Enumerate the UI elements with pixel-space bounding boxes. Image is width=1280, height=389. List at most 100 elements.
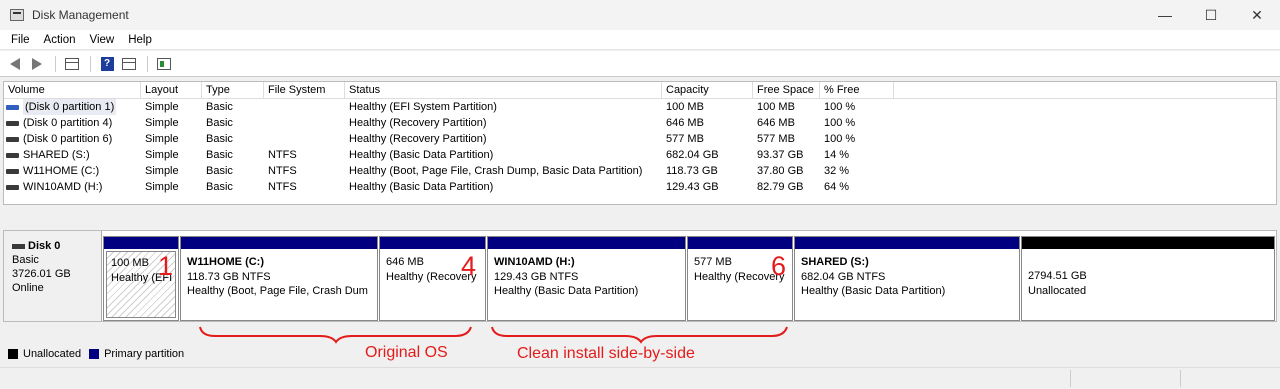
type-cell: Basic [206,149,233,161]
menu-action[interactable]: Action [37,34,83,46]
pane-splitter[interactable] [3,208,1277,230]
column-header-capacity[interactable]: Capacity [662,82,753,99]
table-row[interactable]: (Disk 0 partition 1) Simple Basic Health… [4,99,1276,115]
disk-icon [12,243,25,249]
status-cell: Healthy (Basic Data Partition) [349,149,494,161]
column-header-layout[interactable]: Layout [141,82,202,99]
volume-name: W11HOME (C:) [23,165,100,177]
table-row[interactable]: SHARED (S:) Simple Basic NTFS Healthy (B… [4,147,1276,163]
brace-clean-install [491,326,788,344]
percent-free-cell: 100 % [824,117,856,129]
partition-status: Healthy (Boot, Page File, Crash Dum [187,285,368,297]
partition-header [488,237,685,249]
close-button[interactable]: ✕ [1234,0,1280,30]
partition-size: 2794.51 GB [1028,270,1087,282]
partition-win10amd[interactable]: WIN10AMD (H:) 129.43 GB NTFS Healthy (Ba… [487,236,686,321]
file-system-cell: NTFS [268,165,297,177]
volume-icon [6,168,19,174]
capacity-cell: 118.73 GB [666,165,718,177]
layout-cell: Simple [145,117,179,129]
disk-size: 3726.01 GB [12,268,71,280]
annotation-number-1: 1 [158,251,174,281]
partition-unallocated[interactable]: 2794.51 GB Unallocated [1021,236,1275,321]
partition-status: Healthy (Basic Data Partition) [801,285,946,297]
back-arrow-icon [10,57,20,70]
free-space-cell: 100 MB [757,101,795,113]
volume-cell: (Disk 0 partition 6) [4,131,141,147]
status-bar-segment [1180,370,1181,387]
column-header-file-system[interactable]: File System [264,82,345,99]
maximize-button[interactable]: ☐ [1188,0,1234,30]
annotation-number-4: 4 [461,251,477,281]
type-cell: Basic [206,101,233,113]
volume-icon [6,152,19,158]
type-cell: Basic [206,133,233,145]
menu-view[interactable]: View [83,34,122,46]
disk-graphical-view: Disk 0 Basic 3726.01 GB Online 100 MB He… [3,230,1277,322]
volume-icon [6,184,19,190]
menu-file[interactable]: File [4,34,37,46]
status-cell: Healthy (EFI System Partition) [349,101,497,113]
toolbar-separator [55,55,56,72]
table-row[interactable]: (Disk 0 partition 4) Simple Basic Health… [4,115,1276,131]
free-space-cell: 82.79 GB [757,181,804,193]
grid-view-icon [122,57,136,70]
percent-free-cell: 64 % [824,181,850,193]
partition-size: 129.43 GB NTFS [494,270,579,283]
volume-name: SHARED (S:) [23,149,90,161]
layout-cell: Simple [145,133,179,145]
disk-info[interactable]: Disk 0 Basic 3726.01 GB Online [4,231,102,321]
partition-header [795,237,1019,249]
volume-name: WIN10AMD (H:) [23,181,103,193]
help-button[interactable]: ? [97,55,117,73]
menu-help[interactable]: Help [121,34,159,46]
table-row[interactable]: (Disk 0 partition 6) Simple Basic Health… [4,131,1276,147]
legend: Unallocated Primary partition [3,344,1277,364]
free-space-cell: 577 MB [757,133,795,145]
disk-state: Online [12,282,44,294]
partition-status: Unallocated [1028,284,1087,297]
volume-cell: (Disk 0 partition 4) [4,115,141,131]
show-hide-console-tree-button[interactable] [62,55,82,73]
volume-list[interactable]: Volume Layout Type File System Status Ca… [3,81,1277,205]
back-button[interactable] [5,55,25,73]
status-cell: Healthy (Recovery Partition) [349,133,487,145]
volume-icon [6,104,19,110]
partition-shared[interactable]: SHARED (S:) 682.04 GB NTFS Healthy (Basi… [794,236,1020,321]
column-header-volume[interactable]: Volume [4,82,141,99]
partition-w11home[interactable]: W11HOME (C:) 118.73 GB NTFS Healthy (Boo… [180,236,378,321]
partition-size: 682.04 GB NTFS [801,270,886,283]
forward-button[interactable] [27,55,47,73]
file-system-cell: NTFS [268,149,297,161]
status-cell: Healthy (Recovery Partition) [349,117,487,129]
type-cell: Basic [206,165,233,177]
table-row[interactable]: WIN10AMD (H:) Simple Basic NTFS Healthy … [4,179,1276,195]
properties-button[interactable] [154,55,174,73]
column-header-type[interactable]: Type [202,82,264,99]
table-row[interactable]: W11HOME (C:) Simple Basic NTFS Healthy (… [4,163,1276,179]
partition-name: WIN10AMD (H:) [494,256,575,268]
grid-view-button[interactable] [119,55,139,73]
percent-free-cell: 100 % [824,133,856,145]
type-cell: Basic [206,181,233,193]
column-header-free-space[interactable]: Free Space [753,82,820,99]
partition-header [104,237,178,249]
type-cell: Basic [206,117,233,129]
column-header-status[interactable]: Status [345,82,662,99]
file-system-cell [264,131,345,147]
legend-swatch-primary [89,349,100,359]
volume-name: (Disk 0 partition 1) [23,99,117,115]
file-system-cell: NTFS [268,181,297,193]
status-cell: Healthy (Basic Data Partition) [349,181,494,193]
annotation-braces [199,326,788,344]
minimize-button[interactable]: — [1142,0,1188,30]
window-title: Disk Management [32,8,129,22]
capacity-cell: 100 MB [666,101,704,113]
column-header-percent-free[interactable]: % Free [820,82,894,99]
menu-bar: File Action View Help [0,30,1280,50]
volume-icon [6,120,19,126]
volume-cell: WIN10AMD (H:) [4,179,141,195]
volume-name: (Disk 0 partition 6) [23,133,113,145]
partition-size: 118.73 GB NTFS [187,270,271,283]
volume-cell: W11HOME (C:) [4,163,141,179]
